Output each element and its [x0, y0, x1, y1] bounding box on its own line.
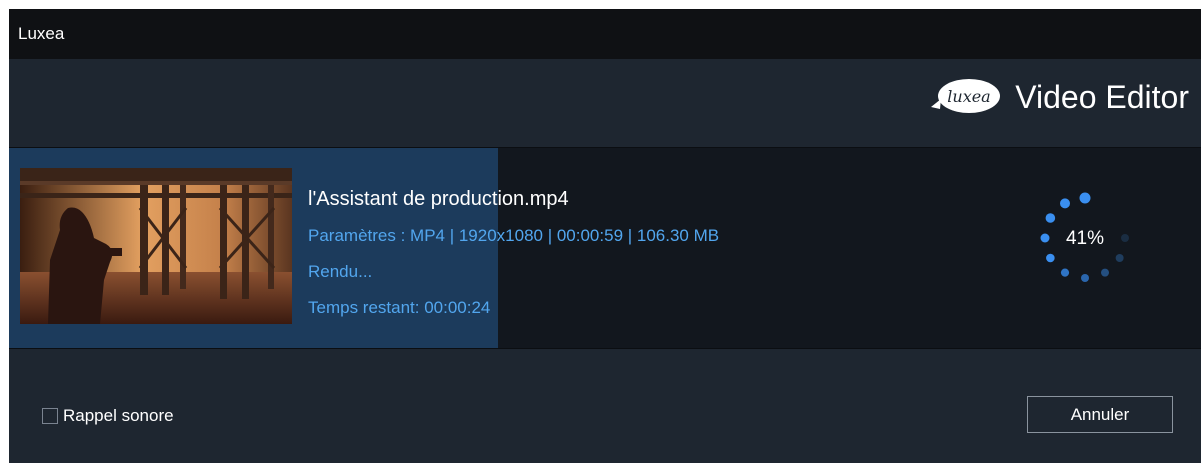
sound-reminder-option[interactable]: Rappel sonore	[42, 406, 174, 426]
spinner-dot	[1045, 213, 1056, 223]
spinner-dot	[1079, 192, 1091, 204]
spinner-dot	[1101, 268, 1109, 277]
spinner-dot	[1081, 274, 1089, 282]
sound-reminder-label: Rappel sonore	[63, 406, 174, 425]
spinner-dot	[1060, 268, 1070, 277]
video-thumbnail	[20, 168, 292, 324]
spinner-dot	[1046, 253, 1055, 263]
file-info: l'Assistant de production.mp4 Paramètres…	[308, 186, 719, 318]
header-banner: luxea Video Editor	[9, 59, 1201, 147]
render-status: Rendu...	[308, 262, 373, 281]
window-title: Luxea	[18, 24, 65, 43]
export-item: l'Assistant de production.mp4 Paramètres…	[9, 147, 1201, 349]
title-bar: Luxea	[9, 9, 1201, 59]
time-remaining: Temps restant: 00:00:24	[308, 298, 491, 317]
brand: luxea Video Editor	[927, 77, 1189, 117]
product-name: Video Editor	[1015, 78, 1189, 115]
progress-percent: 41%	[1065, 228, 1105, 249]
file-parameters: Paramètres : MP4 | 1920x1080 | 00:00:59 …	[308, 226, 720, 245]
footer: Rappel sonore Annuler	[9, 349, 1201, 463]
file-name: l'Assistant de production.mp4	[308, 188, 569, 210]
render-dialog: Luxea luxea Video Editor l'Assistant de …	[9, 9, 1201, 463]
progress-spinner: 41%	[1035, 188, 1135, 288]
spinner-dot	[1115, 254, 1124, 262]
cancel-button[interactable]: Annuler	[1027, 396, 1173, 433]
logo-text: luxea	[948, 87, 991, 106]
spinner-dot	[1060, 198, 1070, 209]
luxea-logo: luxea	[931, 79, 1001, 113]
sound-reminder-checkbox[interactable]	[42, 408, 58, 424]
